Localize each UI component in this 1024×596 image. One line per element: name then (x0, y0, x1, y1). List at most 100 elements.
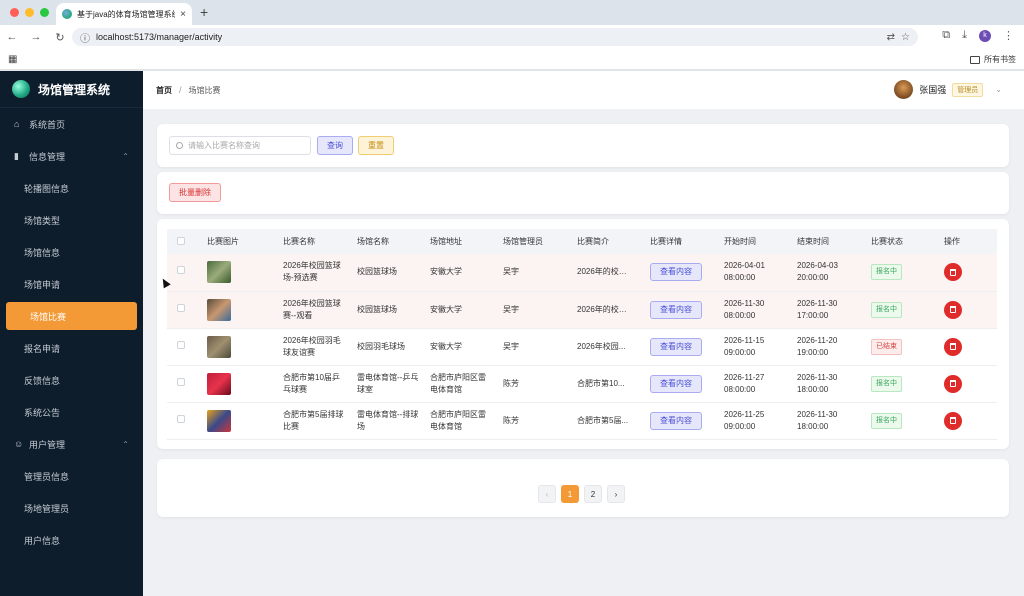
sidebar-item[interactable]: 管理员信息 (0, 460, 143, 492)
breadcrumb-home[interactable]: 首页 (156, 85, 172, 96)
delete-button[interactable] (944, 411, 962, 430)
sidebar-item[interactable]: 场馆申请 (0, 268, 143, 300)
intro-text: 合肥市第5届... (577, 415, 629, 425)
intro-cell: 合肥市第10... (567, 365, 640, 403)
start-time-cell: 2026-11-15 09:00:00 (714, 328, 787, 366)
sidebar-item[interactable]: 报名申请 (0, 332, 143, 364)
reset-button[interactable]: 重置 (358, 136, 394, 155)
chevron-up-icon: ⌃ (122, 151, 129, 161)
column-header: 比赛简介 (567, 229, 640, 254)
pagination: ‹ 1 2 › (538, 485, 625, 503)
column-header: 结束时间 (787, 229, 861, 254)
intro-text: 2026年校园... (577, 341, 626, 351)
reload-icon[interactable]: ↻ (48, 31, 72, 44)
sidebar-item[interactable]: 场地管理员 (0, 492, 143, 524)
page-button[interactable]: 2 (584, 485, 602, 503)
delete-button[interactable] (944, 337, 962, 356)
page-button[interactable]: 1 (561, 485, 579, 503)
forward-icon[interactable]: → (24, 31, 48, 43)
maximize-window-dot[interactable] (40, 8, 49, 17)
venue-manager-cell: 吴宇 (493, 328, 567, 366)
select-all-checkbox[interactable] (177, 236, 185, 245)
breadcrumb-current: 场馆比赛 (188, 85, 221, 95)
close-tab-icon[interactable]: × (180, 9, 186, 20)
sidebar-item[interactable]: 用户信息 (0, 524, 143, 556)
main-content: 首页 / 场馆比赛 张国强 管理员 ⌄ 请输入比赛名称查询 查询 重置 批量删除 (143, 71, 1024, 596)
profile-avatar[interactable]: k (979, 29, 991, 42)
pagination-card: ‹ 1 2 › (157, 459, 1009, 517)
activity-thumbnail[interactable] (207, 261, 231, 284)
view-detail-button[interactable]: 查看内容 (650, 300, 702, 319)
menu-icon[interactable]: ⋮ (1003, 29, 1014, 42)
user-avatar[interactable] (894, 80, 914, 99)
column-header: 比赛状态 (861, 229, 934, 254)
delete-button[interactable] (944, 263, 962, 282)
activity-thumbnail[interactable] (207, 409, 231, 432)
row-select-cell (167, 365, 197, 403)
browser-tab[interactable]: 基于java的体育场馆管理系统设 × (56, 3, 192, 25)
close-window-dot[interactable] (10, 8, 19, 17)
sidebar-item[interactable]: ▮ 信息管理 ⌃ (0, 140, 143, 172)
delete-button[interactable] (944, 374, 962, 393)
extensions-icon[interactable]: ⧉ (942, 29, 950, 42)
sidebar-item[interactable]: 轮播图信息 (0, 172, 143, 204)
action-cell (934, 254, 997, 292)
view-detail-button[interactable]: 查看内容 (650, 374, 702, 393)
venue-address-cell: 安徽大学 (420, 291, 493, 329)
view-detail-button[interactable]: 查看内容 (650, 337, 702, 356)
new-tab-button[interactable]: + (200, 4, 208, 20)
sidebar-item[interactable]: 场馆类型 (0, 204, 143, 236)
all-bookmarks-folder[interactable]: 所有书签 (970, 54, 1016, 65)
bookmark-star-icon[interactable]: ☆ (901, 32, 910, 43)
address-bar[interactable]: ⓘ localhost:5173/manager/activity ⇄ ☆ (72, 28, 918, 46)
activity-thumbnail[interactable] (207, 298, 231, 321)
trash-icon (950, 268, 956, 276)
delete-button[interactable] (944, 300, 962, 319)
home-icon: ⌂ (14, 118, 20, 129)
sidebar-item[interactable]: 场馆信息 (0, 236, 143, 268)
site-info-icon[interactable]: ⓘ (80, 30, 90, 45)
back-icon[interactable]: ← (0, 31, 24, 43)
sidebar-item[interactable]: 系统公告 (0, 396, 143, 428)
trash-icon (950, 380, 956, 387)
row-checkbox[interactable] (177, 303, 185, 312)
activity-thumbnail[interactable] (207, 335, 231, 358)
batch-delete-button[interactable]: 批量删除 (169, 183, 221, 202)
breadcrumb-separator: / (179, 85, 182, 95)
translate-icon[interactable]: ⇄ (887, 32, 895, 43)
activity-thumbnail[interactable] (207, 372, 231, 395)
row-checkbox[interactable] (177, 340, 185, 349)
status-badge: 报名中 (871, 412, 902, 429)
sidebar-item[interactable]: 反馈信息 (0, 364, 143, 396)
sidebar-item-label: 轮播图信息 (24, 183, 70, 194)
search-input[interactable]: 请输入比赛名称查询 (169, 136, 311, 155)
chevron-down-icon[interactable]: ⌄ (995, 85, 1002, 94)
next-page-button[interactable]: › (607, 485, 625, 503)
minimize-window-dot[interactable] (25, 8, 34, 17)
image-cell (197, 328, 273, 366)
download-icon[interactable]: ⤓ (962, 29, 967, 42)
view-detail-button[interactable]: 查看内容 (650, 411, 702, 430)
sidebar-item[interactable]: ☺ 用户管理 ⌃ (0, 428, 143, 460)
view-detail-button[interactable]: 查看内容 (650, 263, 702, 282)
detail-cell: 查看内容 (640, 402, 714, 440)
sidebar-item-label: 场馆信息 (24, 247, 61, 258)
sidebar-item-label: 报名申请 (24, 343, 61, 354)
search-icon (176, 142, 183, 149)
window-controls (10, 8, 49, 17)
prev-page-button[interactable]: ‹ (538, 485, 556, 503)
row-select-cell (167, 291, 197, 329)
query-button[interactable]: 查询 (317, 136, 353, 155)
row-checkbox[interactable] (177, 414, 185, 423)
url-text[interactable]: localhost:5173/manager/activity (96, 32, 881, 42)
sidebar-item[interactable]: ⌂ 系统首页 (0, 108, 143, 140)
column-header: 比赛名称 (273, 229, 347, 254)
venue-address-cell: 安徽大学 (420, 328, 493, 366)
row-checkbox[interactable] (177, 266, 185, 275)
sidebar-item[interactable]: 场馆比赛 (6, 302, 137, 330)
user-menu[interactable]: 张国强 管理员 ⌄ (894, 80, 1002, 99)
action-cell (934, 291, 997, 329)
activity-name-cell: 2026年校园羽毛球友谊赛 (273, 328, 347, 366)
row-checkbox[interactable] (177, 377, 185, 386)
apps-grid-icon[interactable]: ▦ (8, 54, 17, 65)
